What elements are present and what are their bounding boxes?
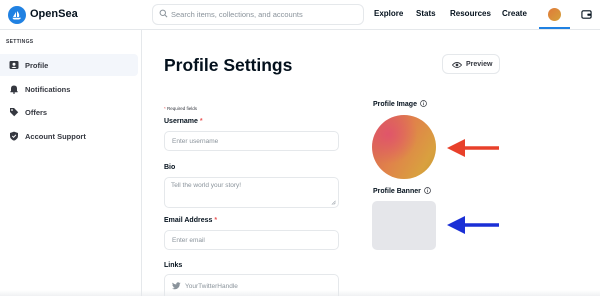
sidebar-item-label: Notifications — [25, 85, 71, 94]
top-navigation-bar: OpenSea Explore Stats Resources Create — [0, 0, 600, 30]
resize-grip-icon[interactable] — [331, 200, 336, 205]
sidebar-item-account-support[interactable]: Account Support — [0, 125, 138, 147]
bio-textarea[interactable] — [171, 182, 331, 204]
profile-image-label: Profile Image — [373, 100, 427, 108]
sidebar-item-offers[interactable]: Offers — [0, 101, 138, 123]
username-label: Username * — [164, 118, 203, 125]
page-title: Profile Settings — [164, 55, 293, 75]
required-fields-note: * Required fields — [164, 106, 198, 111]
links-label: Links — [164, 262, 183, 269]
bell-icon — [10, 85, 18, 94]
twitter-link-field[interactable] — [164, 274, 339, 296]
wallet-icon[interactable] — [581, 9, 592, 20]
twitter-icon — [172, 282, 181, 290]
blue-arrow-annotation — [447, 216, 499, 234]
active-nav-indicator — [539, 27, 570, 29]
bio-label: Bio — [164, 164, 176, 171]
preview-button-label: Preview — [466, 61, 493, 68]
username-field[interactable] — [164, 131, 339, 151]
red-arrow-annotation — [447, 139, 499, 157]
sidebar-item-notifications[interactable]: Notifications — [0, 78, 138, 100]
email-label: Email Address * — [164, 217, 218, 224]
sidebar-item-label: Profile — [25, 61, 49, 70]
search-input[interactable] — [171, 7, 361, 22]
info-icon[interactable] — [424, 187, 431, 194]
twitter-handle-input[interactable] — [185, 281, 325, 292]
profile-banner-label: Profile Banner — [373, 187, 431, 195]
nav-create[interactable]: Create — [502, 9, 527, 18]
search-bar[interactable] — [152, 4, 364, 25]
bio-field[interactable] — [164, 177, 339, 208]
tag-icon — [10, 108, 19, 117]
search-icon — [159, 9, 168, 18]
nav-explore[interactable]: Explore — [374, 9, 403, 18]
profile-image-upload[interactable] — [372, 115, 436, 179]
settings-sidebar: SETTINGS Profile Notifications Offers Ac… — [0, 30, 142, 296]
eye-icon — [452, 62, 462, 68]
sidebar-item-profile[interactable]: Profile — [0, 54, 138, 76]
sidebar-heading: SETTINGS — [6, 39, 34, 45]
opensea-logo-icon[interactable] — [8, 6, 26, 24]
email-field[interactable] — [164, 230, 339, 250]
nav-stats[interactable]: Stats — [416, 9, 436, 18]
profile-card-icon — [9, 61, 19, 69]
brand-name[interactable]: OpenSea — [30, 8, 78, 20]
nav-resources[interactable]: Resources — [450, 9, 491, 18]
sidebar-item-label: Offers — [25, 108, 48, 117]
info-icon[interactable] — [420, 100, 427, 107]
username-input[interactable] — [172, 136, 332, 147]
email-input[interactable] — [172, 235, 332, 246]
sidebar-item-label: Account Support — [25, 132, 86, 141]
profile-banner-upload[interactable] — [372, 201, 436, 250]
account-avatar[interactable] — [548, 8, 561, 21]
shield-icon — [10, 131, 18, 141]
preview-button[interactable]: Preview — [442, 54, 500, 74]
